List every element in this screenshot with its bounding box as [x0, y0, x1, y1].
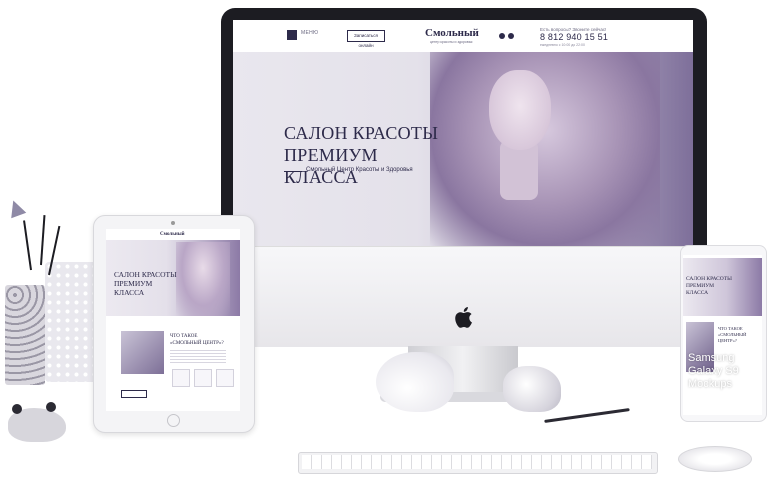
ipad-more-button [121, 390, 147, 398]
hero-title: САЛОН КРАСОТЫ ПРЕМИУМ КЛАССА [284, 123, 439, 187]
ipad-hero-title: САЛОН КРАСОТЫ ПРЕМИУМ КЛАССА [114, 270, 177, 297]
social-icon[interactable] [499, 33, 505, 39]
pencil-cup-white [45, 262, 100, 382]
pen [544, 408, 630, 423]
ipad-section-image [121, 331, 164, 374]
ipad-home-button [167, 414, 180, 427]
pencil [40, 215, 46, 266]
social-icon[interactable] [508, 33, 514, 39]
phone-number[interactable]: 8 812 940 15 51 [540, 32, 608, 42]
menu-icon[interactable] [287, 30, 297, 40]
mouse [678, 446, 752, 472]
menu-label[interactable]: МЕНЮ [301, 30, 318, 36]
panda-ear [46, 402, 56, 412]
hero-model-hair [430, 52, 660, 246]
ipad-hero-model [176, 242, 230, 316]
hero-model-face [489, 70, 551, 150]
bird-figurine-icon [376, 352, 454, 412]
logo[interactable]: Смольный [425, 27, 479, 39]
ipad-section-title: ЧТО ТАКОЕ «СМОЛЬНЫЙ ЦЕНТР»? [170, 334, 224, 346]
ipad-logo: Смольный [160, 232, 185, 237]
hero-subtitle: Смольный Центр Красоты и Здоровья [306, 167, 413, 173]
ipad-section-text [170, 350, 226, 364]
pencil [23, 220, 32, 271]
signup-button[interactable]: Записаться онлайн [347, 30, 385, 48]
ipad-feature-icon [216, 369, 234, 387]
hero-divider [284, 171, 302, 172]
ipad-camera [171, 221, 175, 225]
apple-icon [455, 307, 472, 328]
phone-hero-title: САЛОН КРАСОТЫ ПРЕМИУМ КЛАССА [686, 276, 732, 296]
keyboard-keys [302, 455, 652, 469]
logo-subtitle: центр красоты и здоровья [430, 40, 473, 44]
panda-ear [12, 404, 22, 414]
mockup-watermark: Samsung Galaxy S9 Mockups [688, 352, 739, 390]
pencil-cup-dotted [5, 285, 45, 385]
ipad-feature-icon [194, 369, 212, 387]
working-hours: ежедневно с 10:00 до 22:00 [540, 43, 585, 47]
ipad-feature-icon [172, 369, 190, 387]
imac-chin [221, 246, 707, 347]
crumpled-paper [503, 366, 561, 412]
phone-section-title: ЧТО ТАКОЕ «СМОЛЬНЫЙ ЦЕНТР»? [718, 326, 747, 343]
decor-triangle [5, 197, 27, 219]
